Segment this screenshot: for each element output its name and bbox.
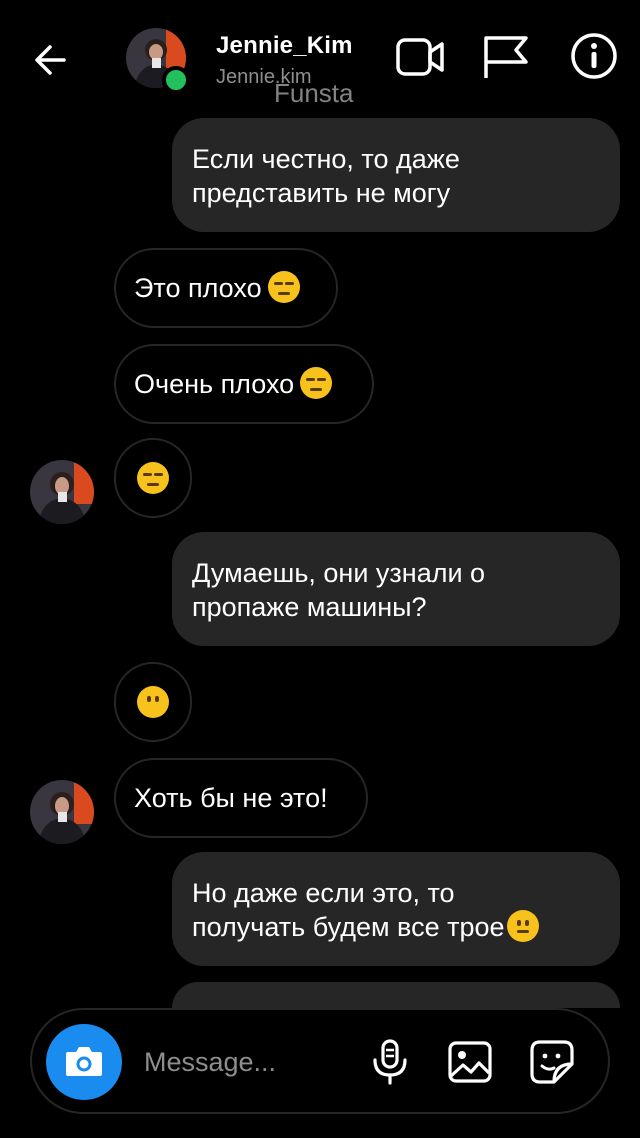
camera-button[interactable] [46, 1024, 122, 1100]
neutral-face-emoji-icon [506, 910, 539, 942]
message-line: Если честно, то даже [192, 144, 460, 174]
expressionless-face-emoji-icon [300, 367, 333, 399]
message-line: Но даже если это, то [192, 878, 455, 908]
message-incoming[interactable]: Очень плохо [114, 344, 374, 424]
video-call-icon[interactable] [394, 34, 446, 80]
message-outgoing[interactable]: Но даже если это, то получать будем все … [172, 852, 620, 966]
message-line: Думаешь, они узнали о [192, 558, 486, 588]
sender-avatar[interactable] [30, 780, 94, 844]
message-line: пропаже машины? [192, 592, 427, 622]
message-incoming-emoji[interactable] [114, 438, 192, 518]
message-outgoing[interactable]: Если честно, то даже представить не могу [172, 118, 620, 232]
message-text: Хоть бы не это! [134, 783, 328, 813]
message-incoming[interactable]: Хоть бы не это! [114, 758, 368, 838]
contact-name[interactable]: Jennie_Kim [216, 32, 353, 60]
message-text: Это плохо [134, 273, 262, 303]
message-incoming[interactable]: Это плохо [114, 248, 338, 328]
expressionless-face-emoji-icon [267, 271, 300, 303]
message-outgoing[interactable]: Думаешь, они узнали о пропаже машины? [172, 532, 620, 646]
message-incoming-emoji[interactable] [114, 662, 192, 742]
expressionless-face-emoji-icon [137, 462, 169, 494]
message-composer [30, 1008, 610, 1114]
chat-screen: Jennie_Kim Jennie.kim Funsta Если честно… [0, 0, 640, 1138]
watermark-text: Funsta [274, 78, 354, 108]
face-without-mouth-emoji-icon [137, 686, 169, 718]
sender-avatar[interactable] [30, 460, 94, 524]
message-input[interactable] [144, 1040, 344, 1084]
camera-icon [66, 1047, 102, 1076]
back-arrow-icon[interactable] [28, 36, 76, 84]
message-text: Очень плохо [134, 369, 295, 399]
message-outgoing-partial[interactable] [172, 982, 620, 1008]
message-line: представить не могу [192, 178, 451, 208]
info-icon[interactable] [568, 30, 620, 82]
chat-header: Jennie_Kim Jennie.kim Funsta [0, 0, 640, 112]
microphone-icon[interactable] [366, 1038, 414, 1086]
online-status-dot [162, 66, 190, 94]
gallery-icon[interactable] [446, 1038, 494, 1086]
sticker-icon[interactable] [528, 1038, 576, 1086]
message-line: получать будем все трое [192, 912, 505, 942]
flag-icon[interactable] [480, 34, 532, 80]
